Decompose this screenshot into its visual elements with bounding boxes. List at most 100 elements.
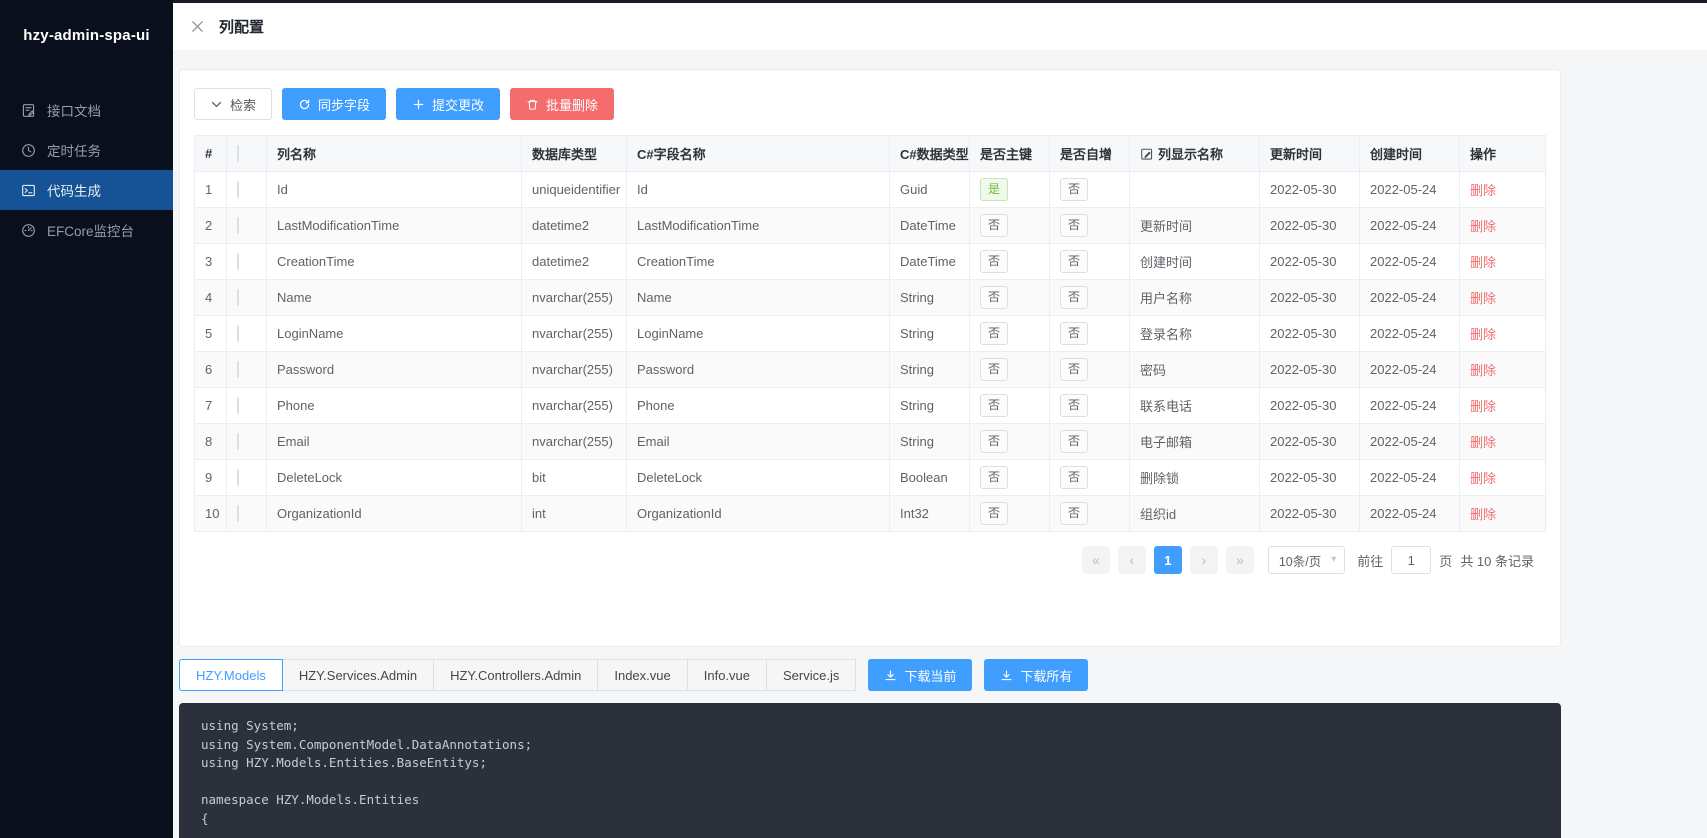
cell-updated: 2022-05-30 xyxy=(1260,280,1360,316)
file-tab[interactable]: HZY.Services.Admin xyxy=(282,659,434,691)
cell-index: 8 xyxy=(195,424,227,460)
cell-name: Id xyxy=(267,172,522,208)
row-checkbox[interactable] xyxy=(237,505,239,522)
auto-increment-tag: 否 xyxy=(1060,178,1088,201)
sync-fields-button[interactable]: 同步字段 xyxy=(282,88,386,120)
cell-display-name[interactable]: 电子邮箱 xyxy=(1130,424,1260,460)
row-checkbox[interactable] xyxy=(237,217,239,234)
file-tab[interactable]: Index.vue xyxy=(597,659,687,691)
cell-display-name[interactable]: 登录名称 xyxy=(1130,316,1260,352)
cell-display-name[interactable]: 联系电话 xyxy=(1130,388,1260,424)
cell-select xyxy=(227,388,267,424)
auto-increment-tag: 否 xyxy=(1060,502,1088,525)
sidebar-menu-item[interactable]: 定时任务 xyxy=(0,130,173,170)
delete-row-link[interactable]: 删除 xyxy=(1470,507,1496,522)
search-button-label: 检索 xyxy=(230,95,256,114)
delete-row-link[interactable]: 删除 xyxy=(1470,291,1496,306)
file-tab[interactable]: Info.vue xyxy=(687,659,767,691)
first-page-button[interactable]: « xyxy=(1082,546,1110,574)
caret-down-icon: ▾ xyxy=(1331,555,1336,565)
cell-display-name[interactable]: 删除锁 xyxy=(1130,460,1260,496)
cell-cs-name: Name xyxy=(627,280,890,316)
cell-display-name[interactable]: 创建时间 xyxy=(1130,244,1260,280)
cell-is-pk: 否 xyxy=(970,352,1050,388)
plus-icon xyxy=(412,98,425,111)
cell-cs-type: String xyxy=(890,388,970,424)
file-tab[interactable]: HZY.Models xyxy=(179,659,283,691)
cell-display-name[interactable]: 用户名称 xyxy=(1130,280,1260,316)
sidebar-menu-item[interactable]: 接口文档 xyxy=(0,90,173,130)
delete-row-link[interactable]: 删除 xyxy=(1470,219,1496,234)
select-all-checkbox[interactable] xyxy=(237,145,239,162)
row-checkbox[interactable] xyxy=(237,325,239,342)
col-header-is-pk: 是否主键 xyxy=(970,136,1050,172)
cell-is-inc: 否 xyxy=(1050,172,1130,208)
row-checkbox[interactable] xyxy=(237,433,239,450)
cell-cs-type: Boolean xyxy=(890,460,970,496)
prev-page-button[interactable]: ‹ xyxy=(1118,546,1146,574)
cell-actions: 删除 xyxy=(1460,496,1546,532)
auto-increment-tag: 否 xyxy=(1060,358,1088,381)
sidebar-menu-item[interactable]: 代码生成 xyxy=(0,170,173,210)
goto-page-group: 前往 页 共 10 条记录 xyxy=(1357,546,1534,574)
next-page-button[interactable]: › xyxy=(1190,546,1218,574)
sidebar-menu-item[interactable]: EFCore监控台 xyxy=(0,210,173,250)
row-checkbox[interactable] xyxy=(237,361,239,378)
cell-actions: 删除 xyxy=(1460,280,1546,316)
delete-row-link[interactable]: 删除 xyxy=(1470,471,1496,486)
file-tab[interactable]: HZY.Controllers.Admin xyxy=(433,659,598,691)
file-tab-label: Index.vue xyxy=(614,668,670,683)
delete-row-link[interactable]: 删除 xyxy=(1470,363,1496,378)
batch-delete-button[interactable]: 批量删除 xyxy=(510,88,614,120)
cell-db-type: bit xyxy=(522,460,627,496)
cell-select xyxy=(227,280,267,316)
search-button[interactable]: 检索 xyxy=(194,88,272,120)
delete-row-link[interactable]: 删除 xyxy=(1470,255,1496,270)
delete-row-link[interactable]: 删除 xyxy=(1470,327,1496,342)
file-tab[interactable]: Service.js xyxy=(766,659,856,691)
generated-files-tabs: HZY.Models HZY.Services.Admin HZY.Contro… xyxy=(179,659,1561,691)
cell-db-type: int xyxy=(522,496,627,532)
col-header-db-type: 数据库类型 xyxy=(522,136,627,172)
last-page-button[interactable]: » xyxy=(1226,546,1254,574)
delete-row-link[interactable]: 删除 xyxy=(1470,435,1496,450)
cell-cs-name: Phone xyxy=(627,388,890,424)
delete-row-link[interactable]: 删除 xyxy=(1470,399,1496,414)
cell-select xyxy=(227,496,267,532)
col-header-display-name: 列显示名称 xyxy=(1130,136,1260,172)
download-all-button[interactable]: 下载所有 xyxy=(984,659,1088,691)
row-checkbox[interactable] xyxy=(237,181,239,198)
row-checkbox[interactable] xyxy=(237,397,239,414)
cell-display-name[interactable]: 组织id xyxy=(1130,496,1260,532)
cell-select xyxy=(227,460,267,496)
row-checkbox[interactable] xyxy=(237,469,239,486)
cell-updated: 2022-05-30 xyxy=(1260,316,1360,352)
submit-changes-button[interactable]: 提交更改 xyxy=(396,88,500,120)
row-checkbox[interactable] xyxy=(237,289,239,306)
close-icon[interactable] xyxy=(190,19,205,34)
page-size-select[interactable]: 10条/页 ▾ xyxy=(1268,546,1345,574)
cell-updated: 2022-05-30 xyxy=(1260,172,1360,208)
cell-display-name[interactable]: 密码 xyxy=(1130,352,1260,388)
download-current-button[interactable]: 下载当前 xyxy=(868,659,972,691)
goto-page-input[interactable] xyxy=(1391,546,1431,574)
primary-key-tag: 否 xyxy=(980,250,1008,273)
goto-label: 前往 xyxy=(1357,551,1383,570)
auto-increment-tag: 否 xyxy=(1060,286,1088,309)
cell-index: 2 xyxy=(195,208,227,244)
cell-db-type: nvarchar(255) xyxy=(522,352,627,388)
page-number-button[interactable]: 1 xyxy=(1154,546,1182,574)
row-checkbox[interactable] xyxy=(237,253,239,270)
cell-index: 10 xyxy=(195,496,227,532)
cell-display-name[interactable] xyxy=(1130,172,1260,208)
code-line: using System; xyxy=(201,717,1539,736)
primary-key-tag: 否 xyxy=(980,214,1008,237)
menu-item-icon xyxy=(21,103,36,118)
delete-row-link[interactable]: 删除 xyxy=(1470,183,1496,198)
cell-is-pk: 否 xyxy=(970,280,1050,316)
app-title: hzy-admin-spa-ui xyxy=(0,0,173,62)
auto-increment-tag: 否 xyxy=(1060,430,1088,453)
cell-display-name[interactable]: 更新时间 xyxy=(1130,208,1260,244)
auto-increment-tag: 否 xyxy=(1060,466,1088,489)
cell-updated: 2022-05-30 xyxy=(1260,424,1360,460)
